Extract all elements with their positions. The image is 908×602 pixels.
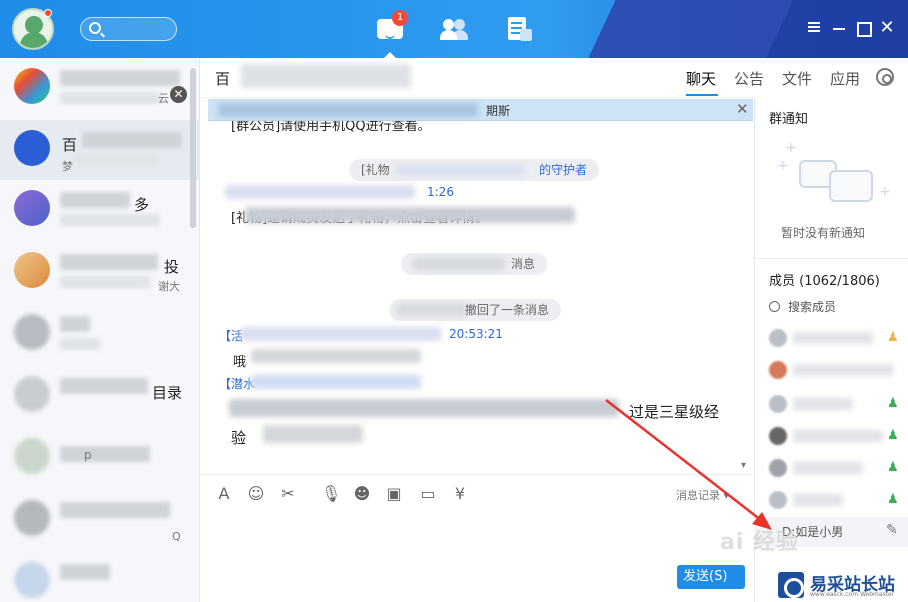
system-notice: [礼物 的守护者	[349, 159, 599, 181]
empty-notice-illustration: + + +	[777, 140, 891, 202]
conversation-avatar	[14, 438, 50, 474]
notice-title: 群通知	[769, 112, 809, 127]
tab-apps[interactable]: 应用	[830, 68, 860, 89]
message-text: [群公员]请使用手机QQ进行查看。	[231, 121, 431, 134]
unread-badge: 1	[392, 10, 408, 26]
close-conversation-icon[interactable]: ✕	[170, 86, 187, 103]
conversation-avatar	[14, 68, 50, 104]
conversation-avatar	[14, 190, 50, 226]
admin-icon: ♟	[887, 396, 899, 411]
logo-icon	[778, 572, 804, 598]
list-item[interactable]: Q	[0, 490, 199, 550]
conversation-list[interactable]: 云 ✕ 百 梦 多 投 谢大 目录 p Q	[0, 58, 200, 602]
system-notice: 消息	[401, 253, 547, 275]
send-button[interactable]: 发送(S)	[677, 565, 745, 589]
member-row[interactable]: ♟	[765, 424, 905, 448]
image-icon[interactable]: ▣	[385, 485, 403, 503]
message-text: 哦	[233, 355, 247, 370]
search-icon	[89, 22, 101, 34]
font-icon[interactable]: A	[215, 485, 233, 503]
annotation-arrow	[605, 399, 772, 530]
search-icon	[769, 301, 780, 312]
close-icon[interactable]: ✕	[879, 19, 895, 37]
sender-timestamp: 1:26	[427, 185, 454, 199]
list-item[interactable]: 百 梦	[0, 120, 199, 180]
sender-name: 【潜水	[219, 377, 256, 391]
owner-icon: ♟	[887, 330, 899, 345]
search-box[interactable]	[80, 17, 177, 41]
member-search[interactable]: 搜索成员	[769, 298, 836, 315]
maximize-icon[interactable]	[855, 20, 872, 37]
active-tab-indicator	[686, 94, 718, 96]
screenshot-scissors-icon[interactable]: ✂	[279, 485, 297, 503]
chat-title: 百	[215, 70, 231, 88]
site-logo: 易采站长站 www.easck.com Webmaster	[772, 568, 908, 602]
list-item[interactable]	[0, 552, 199, 602]
member-row[interactable]: ♟	[765, 392, 905, 416]
admin-icon: ♟	[887, 428, 899, 443]
list-item[interactable]: 多	[0, 180, 199, 240]
empty-notice-text: 暂时没有新通知	[781, 226, 866, 240]
system-notice: 撤回了一条消息	[389, 299, 561, 321]
pinned-announcement-bar[interactable]: 期斯 ✕	[208, 99, 753, 121]
admin-icon: ♟	[887, 460, 899, 475]
message-text: 验	[231, 429, 247, 447]
tab-files[interactable]: 文件	[782, 68, 812, 89]
member-row[interactable]	[765, 358, 905, 382]
tab-announcement[interactable]: 公告	[734, 68, 764, 89]
member-row[interactable]: ♟	[765, 326, 905, 350]
conversation-avatar	[14, 376, 50, 412]
conversation-avatar	[14, 252, 50, 288]
red-packet-icon[interactable]: ¥	[451, 485, 469, 503]
list-item[interactable]	[0, 304, 199, 364]
sidebar-scrollbar[interactable]	[190, 68, 196, 228]
settings-gear-icon[interactable]	[876, 68, 894, 86]
member-row[interactable]: ♟	[765, 488, 905, 512]
list-item[interactable]: 目录	[0, 366, 199, 426]
contacts-nav-icon[interactable]	[440, 17, 468, 41]
edit-icon[interactable]: ✎	[886, 522, 898, 538]
baidu-avatar	[14, 130, 50, 166]
folder-icon[interactable]: ▭	[419, 485, 437, 503]
close-banner-icon[interactable]: ✕	[736, 100, 749, 118]
conversation-avatar	[14, 500, 50, 536]
members-count: 成员 (1062/1806)	[769, 274, 880, 289]
sender-timestamp: 20:53:21	[449, 327, 503, 341]
list-item[interactable]: 投 谢大	[0, 242, 199, 302]
admin-icon: ♟	[887, 492, 899, 507]
sticker-icon[interactable]: ☻	[353, 485, 371, 503]
status-dot	[44, 9, 52, 17]
conversation-avatar	[14, 314, 50, 350]
tab-chat[interactable]: 聊天	[686, 68, 716, 89]
chat-header: 百	[201, 58, 753, 98]
minimize-icon[interactable]	[831, 20, 847, 36]
list-item[interactable]: 云 ✕	[0, 58, 199, 118]
emoji-icon[interactable]: ☺	[247, 485, 265, 503]
list-item[interactable]: p	[0, 428, 199, 488]
sender-name: 【活	[219, 329, 244, 343]
conversation-avatar	[14, 562, 50, 598]
menu-icon[interactable]	[806, 20, 822, 36]
apps-nav-icon[interactable]	[506, 17, 534, 41]
microphone-icon[interactable]: 🎙	[321, 485, 341, 503]
member-row[interactable]: ♟	[765, 456, 905, 480]
